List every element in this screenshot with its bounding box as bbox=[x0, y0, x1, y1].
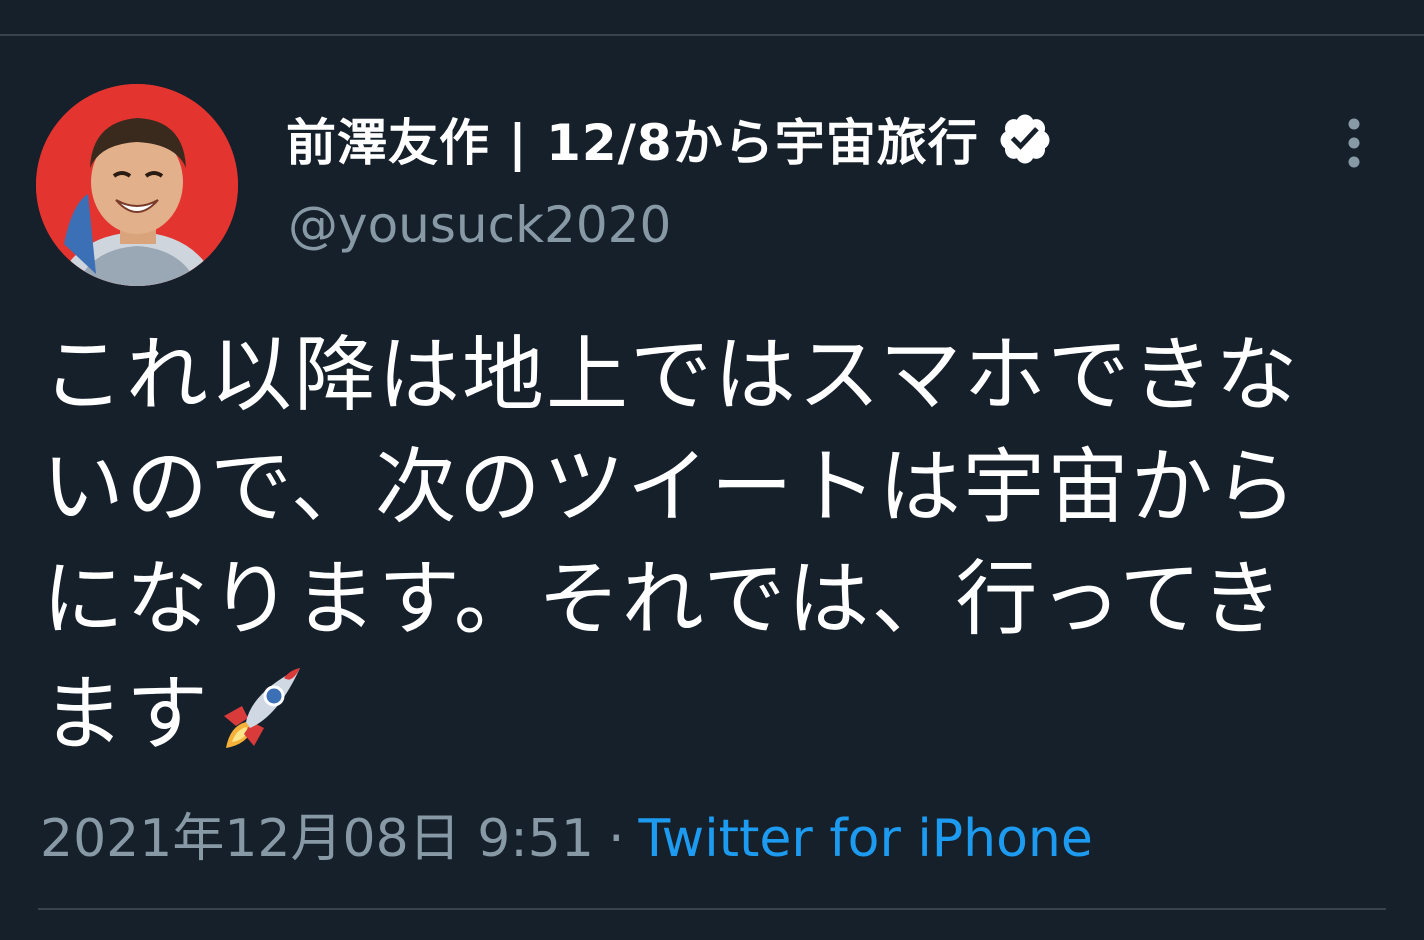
more-vertical-icon[interactable] bbox=[1336, 116, 1372, 170]
tweet-text-line: ます bbox=[42, 667, 211, 762]
tweet-text-line-last: ます bbox=[42, 656, 1372, 771]
avatar[interactable] bbox=[36, 84, 238, 286]
bottom-divider bbox=[38, 908, 1386, 910]
display-name[interactable]: 前澤友作 | 12/8から宇宙旅行 bbox=[286, 103, 979, 175]
timestamp[interactable]: 2021年12月08日 9:51 bbox=[40, 809, 594, 869]
tweet-text: これ以降は地上ではスマホできな いので、次のツイートは宇宙から になります。それ… bbox=[42, 320, 1372, 771]
top-divider bbox=[0, 34, 1424, 36]
meta-separator: · bbox=[607, 809, 625, 869]
verified-badge-icon bbox=[1000, 114, 1050, 164]
tweet-meta: 2021年12月08日 9:51 · Twitter for iPhone bbox=[40, 796, 1093, 871]
rocket-emoji-icon bbox=[224, 668, 301, 748]
user-handle[interactable]: @yousuck2020 bbox=[288, 196, 671, 254]
source-link[interactable]: Twitter for iPhone bbox=[639, 809, 1093, 869]
tweet-text-line: になります。それでは、行ってき bbox=[42, 552, 1285, 647]
display-name-row[interactable]: 前澤友作 | 12/8から宇宙旅行 bbox=[286, 104, 1053, 174]
tweet-text-line: これ以降は地上ではスマホできな bbox=[42, 328, 1300, 423]
tweet-text-line: いので、次のツイートは宇宙から bbox=[42, 440, 1299, 535]
